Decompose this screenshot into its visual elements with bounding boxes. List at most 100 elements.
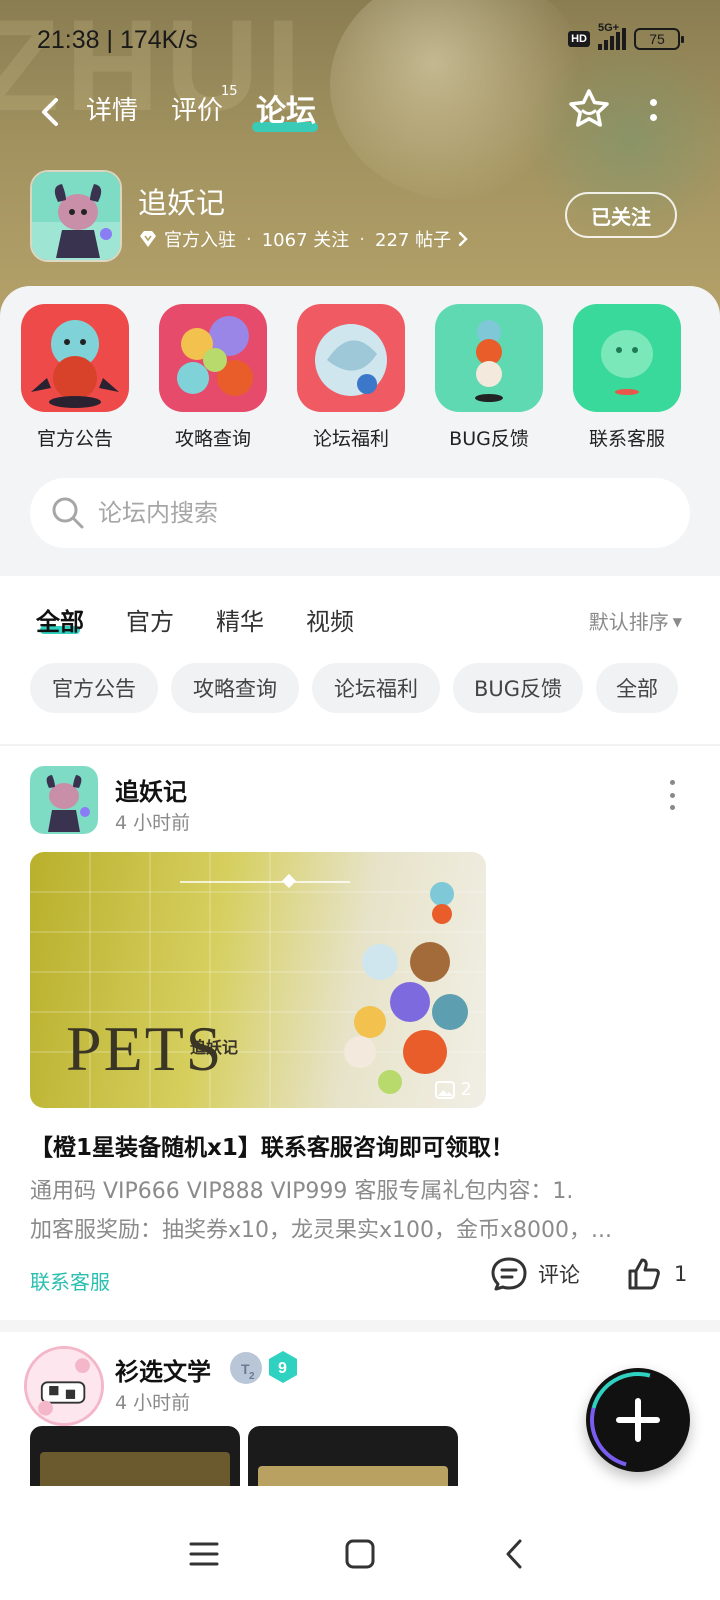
filter-tab-video[interactable]: 视频 — [306, 602, 354, 637]
bug-report-icon — [435, 304, 543, 412]
top-nav: 详情 评价 15 论坛 — [0, 84, 720, 140]
like-button[interactable]: 1 — [626, 1256, 687, 1292]
image-count-value: 2 — [460, 1079, 472, 1100]
search-input[interactable] — [98, 499, 618, 527]
system-back-button[interactable] — [494, 1536, 534, 1572]
forum-search-bar[interactable] — [30, 478, 690, 548]
status-bar: 21:38 | 174K/s HD 5G+ 75 — [0, 0, 720, 84]
welfare-icon — [297, 304, 405, 412]
diamond-icon — [140, 231, 156, 247]
back-button[interactable] — [32, 92, 68, 132]
official-label: 官方入驻 — [164, 230, 236, 251]
status-time: 21:38 | 174K/s — [37, 26, 198, 54]
filter-tab-featured[interactable]: 精华 — [216, 602, 264, 637]
separator-dot: · — [359, 228, 365, 250]
post-excerpt-line: 加客服奖励：抽奖券x10，龙灵果实x100，金币x8000，... — [30, 1218, 613, 1243]
post-author[interactable]: 追妖记 — [115, 772, 187, 807]
favorite-button[interactable] — [566, 86, 612, 132]
status-icons: HD 5G+ 75 — [568, 22, 684, 50]
follow-button[interactable]: 已关注 — [565, 192, 677, 238]
shortcut-guides[interactable]: 攻略查询 — [148, 304, 278, 451]
shortcut-customer-service[interactable]: 联系客服 — [562, 304, 692, 451]
divider — [0, 744, 720, 746]
reviews-count-badge: 15 — [221, 84, 238, 99]
post-excerpt-line: 通用码 VIP666 VIP888 VIP999 客服专属礼包内容：1. — [30, 1179, 574, 1204]
back-arrow-icon — [506, 1539, 522, 1569]
shortcut-label: 攻略查询 — [174, 428, 251, 450]
menu-button[interactable] — [184, 1536, 224, 1572]
post-time: 4 小时前 — [115, 1392, 191, 1414]
star-icon — [569, 89, 609, 127]
user-title-badge: T2 — [230, 1352, 262, 1384]
post-card[interactable]: 追妖记 4 小时前 PETS 追妖记 2 【橙1星装备随机x1】联系客服咨询即可… — [0, 766, 720, 1320]
filter-tabs: 全部 官方 精华 视频 默认排序 ▼ — [0, 584, 720, 644]
thumbs-up-icon — [628, 1258, 660, 1290]
post-thumbnail[interactable] — [248, 1426, 458, 1486]
chevron-right-icon — [458, 231, 468, 247]
post-thumbnail[interactable] — [30, 1426, 240, 1486]
game-icon[interactable] — [30, 170, 122, 262]
category-chips: 官方公告 攻略查询 论坛福利 BUG反馈 全部 — [0, 663, 720, 713]
system-nav-bar — [0, 1506, 720, 1600]
chip-bug-report[interactable]: BUG反馈 — [453, 663, 583, 713]
battery-icon: 75 — [634, 28, 684, 50]
tab-details[interactable]: 详情 — [86, 90, 138, 127]
badge-sub-level: 2 — [249, 1371, 255, 1382]
guide-icon — [159, 304, 267, 412]
divider — [0, 1320, 720, 1332]
avatar[interactable] — [30, 766, 98, 834]
more-options-button[interactable] — [640, 90, 666, 130]
caret-down-icon: ▼ — [672, 615, 682, 629]
post-tag[interactable]: 联系客服 — [30, 1266, 110, 1295]
posts-count: 227 帖子 — [375, 230, 452, 251]
chip-guides[interactable]: 攻略查询 — [171, 663, 299, 713]
sort-dropdown[interactable]: 默认排序 ▼ — [589, 606, 682, 635]
menu-icon — [189, 1542, 219, 1566]
shortcut-label: 官方公告 — [36, 428, 113, 450]
home-square-icon — [345, 1539, 375, 1569]
chip-announcements[interactable]: 官方公告 — [30, 663, 158, 713]
chevron-left-icon — [42, 98, 58, 126]
game-mascot-image — [32, 172, 120, 260]
filter-tab-official[interactable]: 官方 — [126, 602, 174, 637]
signal-icon: 5G+ — [598, 22, 626, 50]
like-count: 1 — [674, 1262, 688, 1286]
shortcut-bug-report[interactable]: BUG反馈 — [424, 304, 554, 451]
level-badge: 9 — [268, 1350, 298, 1384]
shortcut-announcements[interactable]: 官方公告 — [10, 304, 140, 451]
level-badge-value: 9 — [278, 1360, 287, 1377]
shortcut-grid: 官方公告 攻略查询 论坛福利 BUG反馈 联系客服 — [0, 304, 720, 454]
comment-label: 评论 — [538, 1263, 580, 1287]
create-post-button[interactable] — [586, 1368, 690, 1472]
forum-panel: 官方公告 攻略查询 论坛福利 BUG反馈 联系客服 — [0, 286, 720, 576]
shortcut-welfare[interactable]: 论坛福利 — [286, 304, 416, 451]
post-more-button[interactable] — [660, 780, 684, 810]
post-image-logo: 追妖记 — [190, 1038, 239, 1057]
hd-icon: HD — [568, 31, 590, 47]
image-count: 2 — [434, 1079, 472, 1100]
shortcut-label: 联系客服 — [588, 428, 665, 450]
comment-icon — [491, 1257, 527, 1291]
separator-dot: · — [246, 228, 252, 250]
customer-service-icon — [573, 304, 681, 412]
sort-label: 默认排序 — [588, 610, 669, 634]
chip-all[interactable]: 全部 — [596, 663, 678, 713]
game-meta[interactable]: 官方入驻 · 1067 关注 · 227 帖子 — [138, 226, 469, 252]
follows-count: 1067 关注 — [261, 230, 350, 251]
network-type: 5G+ — [598, 22, 620, 34]
plus-icon — [616, 1398, 660, 1442]
tab-forum[interactable]: 论坛 — [256, 86, 316, 130]
post-image[interactable]: PETS 追妖记 2 — [30, 852, 486, 1108]
image-icon — [434, 1080, 455, 1099]
tab-reviews[interactable]: 评价 — [171, 90, 223, 127]
filter-tab-all[interactable]: 全部 — [36, 602, 84, 637]
post-author[interactable]: 衫选文学 — [115, 1352, 211, 1387]
avatar[interactable] — [24, 1346, 104, 1426]
comment-button[interactable]: 评论 — [490, 1256, 580, 1292]
tab-forum-label: 论坛 — [256, 94, 316, 129]
post-title[interactable]: 【橙1星装备随机x1】联系客服咨询即可领取！ — [30, 1128, 514, 1162]
chip-welfare[interactable]: 论坛福利 — [312, 663, 440, 713]
shortcut-label: BUG反馈 — [449, 428, 529, 450]
home-button[interactable] — [340, 1536, 380, 1572]
post-excerpt[interactable]: 通用码 VIP666 VIP888 VIP999 客服专属礼包内容：1. 加客服… — [30, 1172, 690, 1250]
